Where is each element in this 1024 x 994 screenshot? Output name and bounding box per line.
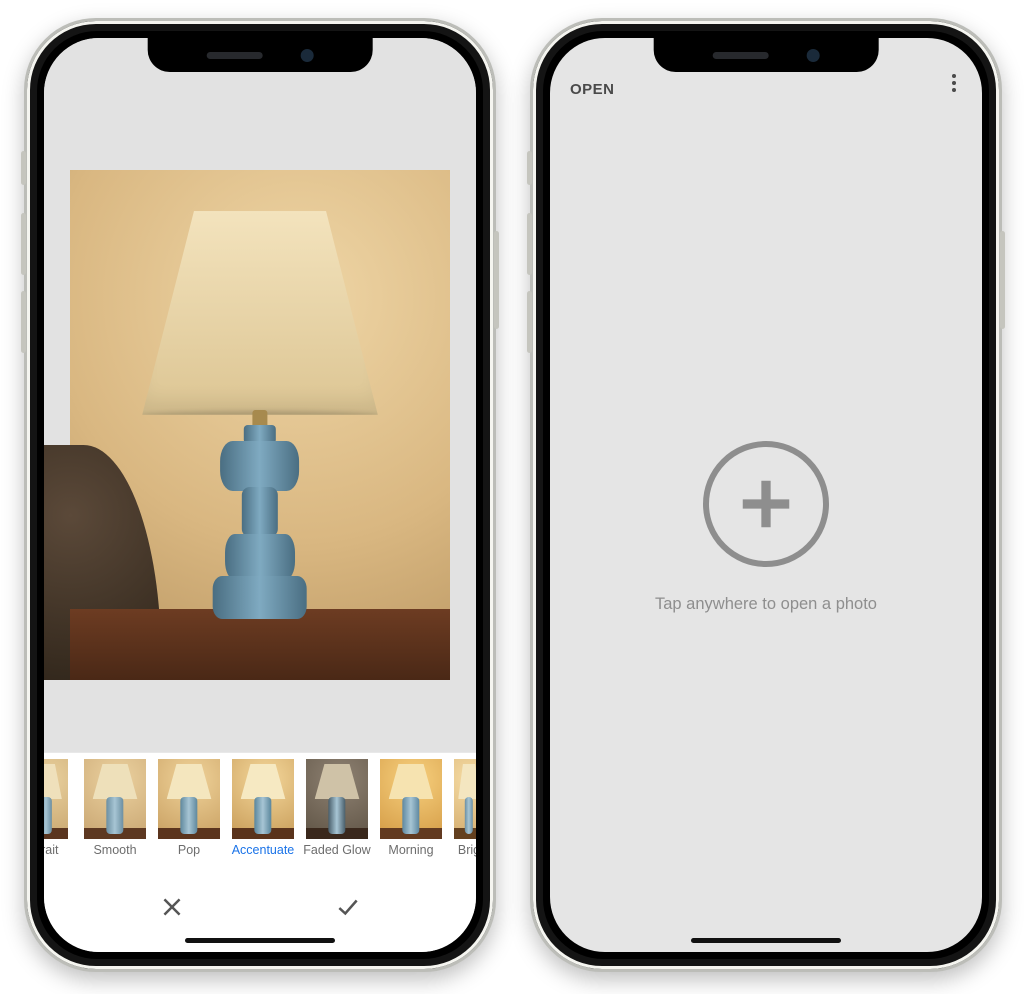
- screen-right: OPEN Tap anywhere to open a photo: [550, 38, 982, 952]
- power-button: [494, 231, 499, 329]
- filter-thumbnail: [306, 759, 368, 839]
- filter-label: Morning: [388, 843, 433, 857]
- filter-label: Pop: [178, 843, 200, 857]
- filter-thumbnail: [158, 759, 220, 839]
- close-icon: [159, 894, 185, 920]
- open-button[interactable]: OPEN: [570, 81, 615, 98]
- power-button: [1000, 231, 1005, 329]
- filter-item[interactable]: Pop: [154, 759, 224, 857]
- filter-item[interactable]: Brig: [450, 759, 476, 857]
- filter-thumbnail: [232, 759, 294, 839]
- filter-thumbnail: [84, 759, 146, 839]
- filter-thumbnail: [454, 759, 476, 839]
- filter-thumbnail: [44, 759, 68, 839]
- kebab-dot: [952, 88, 956, 92]
- kebab-dot: [952, 81, 956, 85]
- add-photo-button[interactable]: [703, 441, 829, 567]
- volume-down: [21, 291, 26, 353]
- check-icon: [335, 894, 361, 920]
- filter-label: Faded Glow: [303, 843, 370, 857]
- apply-button[interactable]: [318, 887, 378, 927]
- photo-preview: [70, 170, 450, 680]
- mute-switch: [21, 151, 26, 185]
- plus-icon: [735, 473, 797, 535]
- filter-label: Accentuate: [232, 843, 295, 857]
- photo-preview-area[interactable]: [44, 38, 476, 752]
- screen-left: rtrait Smooth Pop Accentuate Faded Glow Morni…: [44, 38, 476, 952]
- volume-down: [527, 291, 532, 353]
- volume-up: [527, 213, 532, 275]
- mute-switch: [527, 151, 532, 185]
- filter-item[interactable]: rtrait: [44, 759, 76, 857]
- hardware-notch: [654, 38, 879, 72]
- home-indicator[interactable]: [691, 938, 841, 943]
- filter-item[interactable]: Morning: [376, 759, 446, 857]
- filter-item[interactable]: Faded Glow: [302, 759, 372, 857]
- mockup-stage: rtrait Smooth Pop Accentuate Faded Glow Morni…: [0, 0, 1024, 994]
- phone-right: OPEN Tap anywhere to open a photo: [530, 18, 1002, 972]
- filter-editor: rtrait Smooth Pop Accentuate Faded Glow Morni…: [44, 38, 476, 952]
- volume-up: [21, 213, 26, 275]
- filters-strip[interactable]: rtrait Smooth Pop Accentuate Faded Glow Morni…: [44, 752, 476, 878]
- filter-label: Brig: [458, 843, 476, 857]
- empty-state-text: Tap anywhere to open a photo: [655, 595, 877, 614]
- filter-thumbnail: [380, 759, 442, 839]
- kebab-dot: [952, 74, 956, 78]
- filter-item[interactable]: Smooth: [80, 759, 150, 857]
- home-indicator[interactable]: [185, 938, 335, 943]
- filter-label: Smooth: [93, 843, 136, 857]
- hardware-notch: [148, 38, 373, 72]
- filter-item[interactable]: Accentuate: [228, 759, 298, 857]
- phone-left: rtrait Smooth Pop Accentuate Faded Glow Morni…: [24, 18, 496, 972]
- filter-label: rtrait: [44, 843, 59, 857]
- empty-state[interactable]: Tap anywhere to open a photo: [550, 102, 982, 952]
- cancel-button[interactable]: [142, 887, 202, 927]
- overflow-menu-button[interactable]: [946, 68, 962, 98]
